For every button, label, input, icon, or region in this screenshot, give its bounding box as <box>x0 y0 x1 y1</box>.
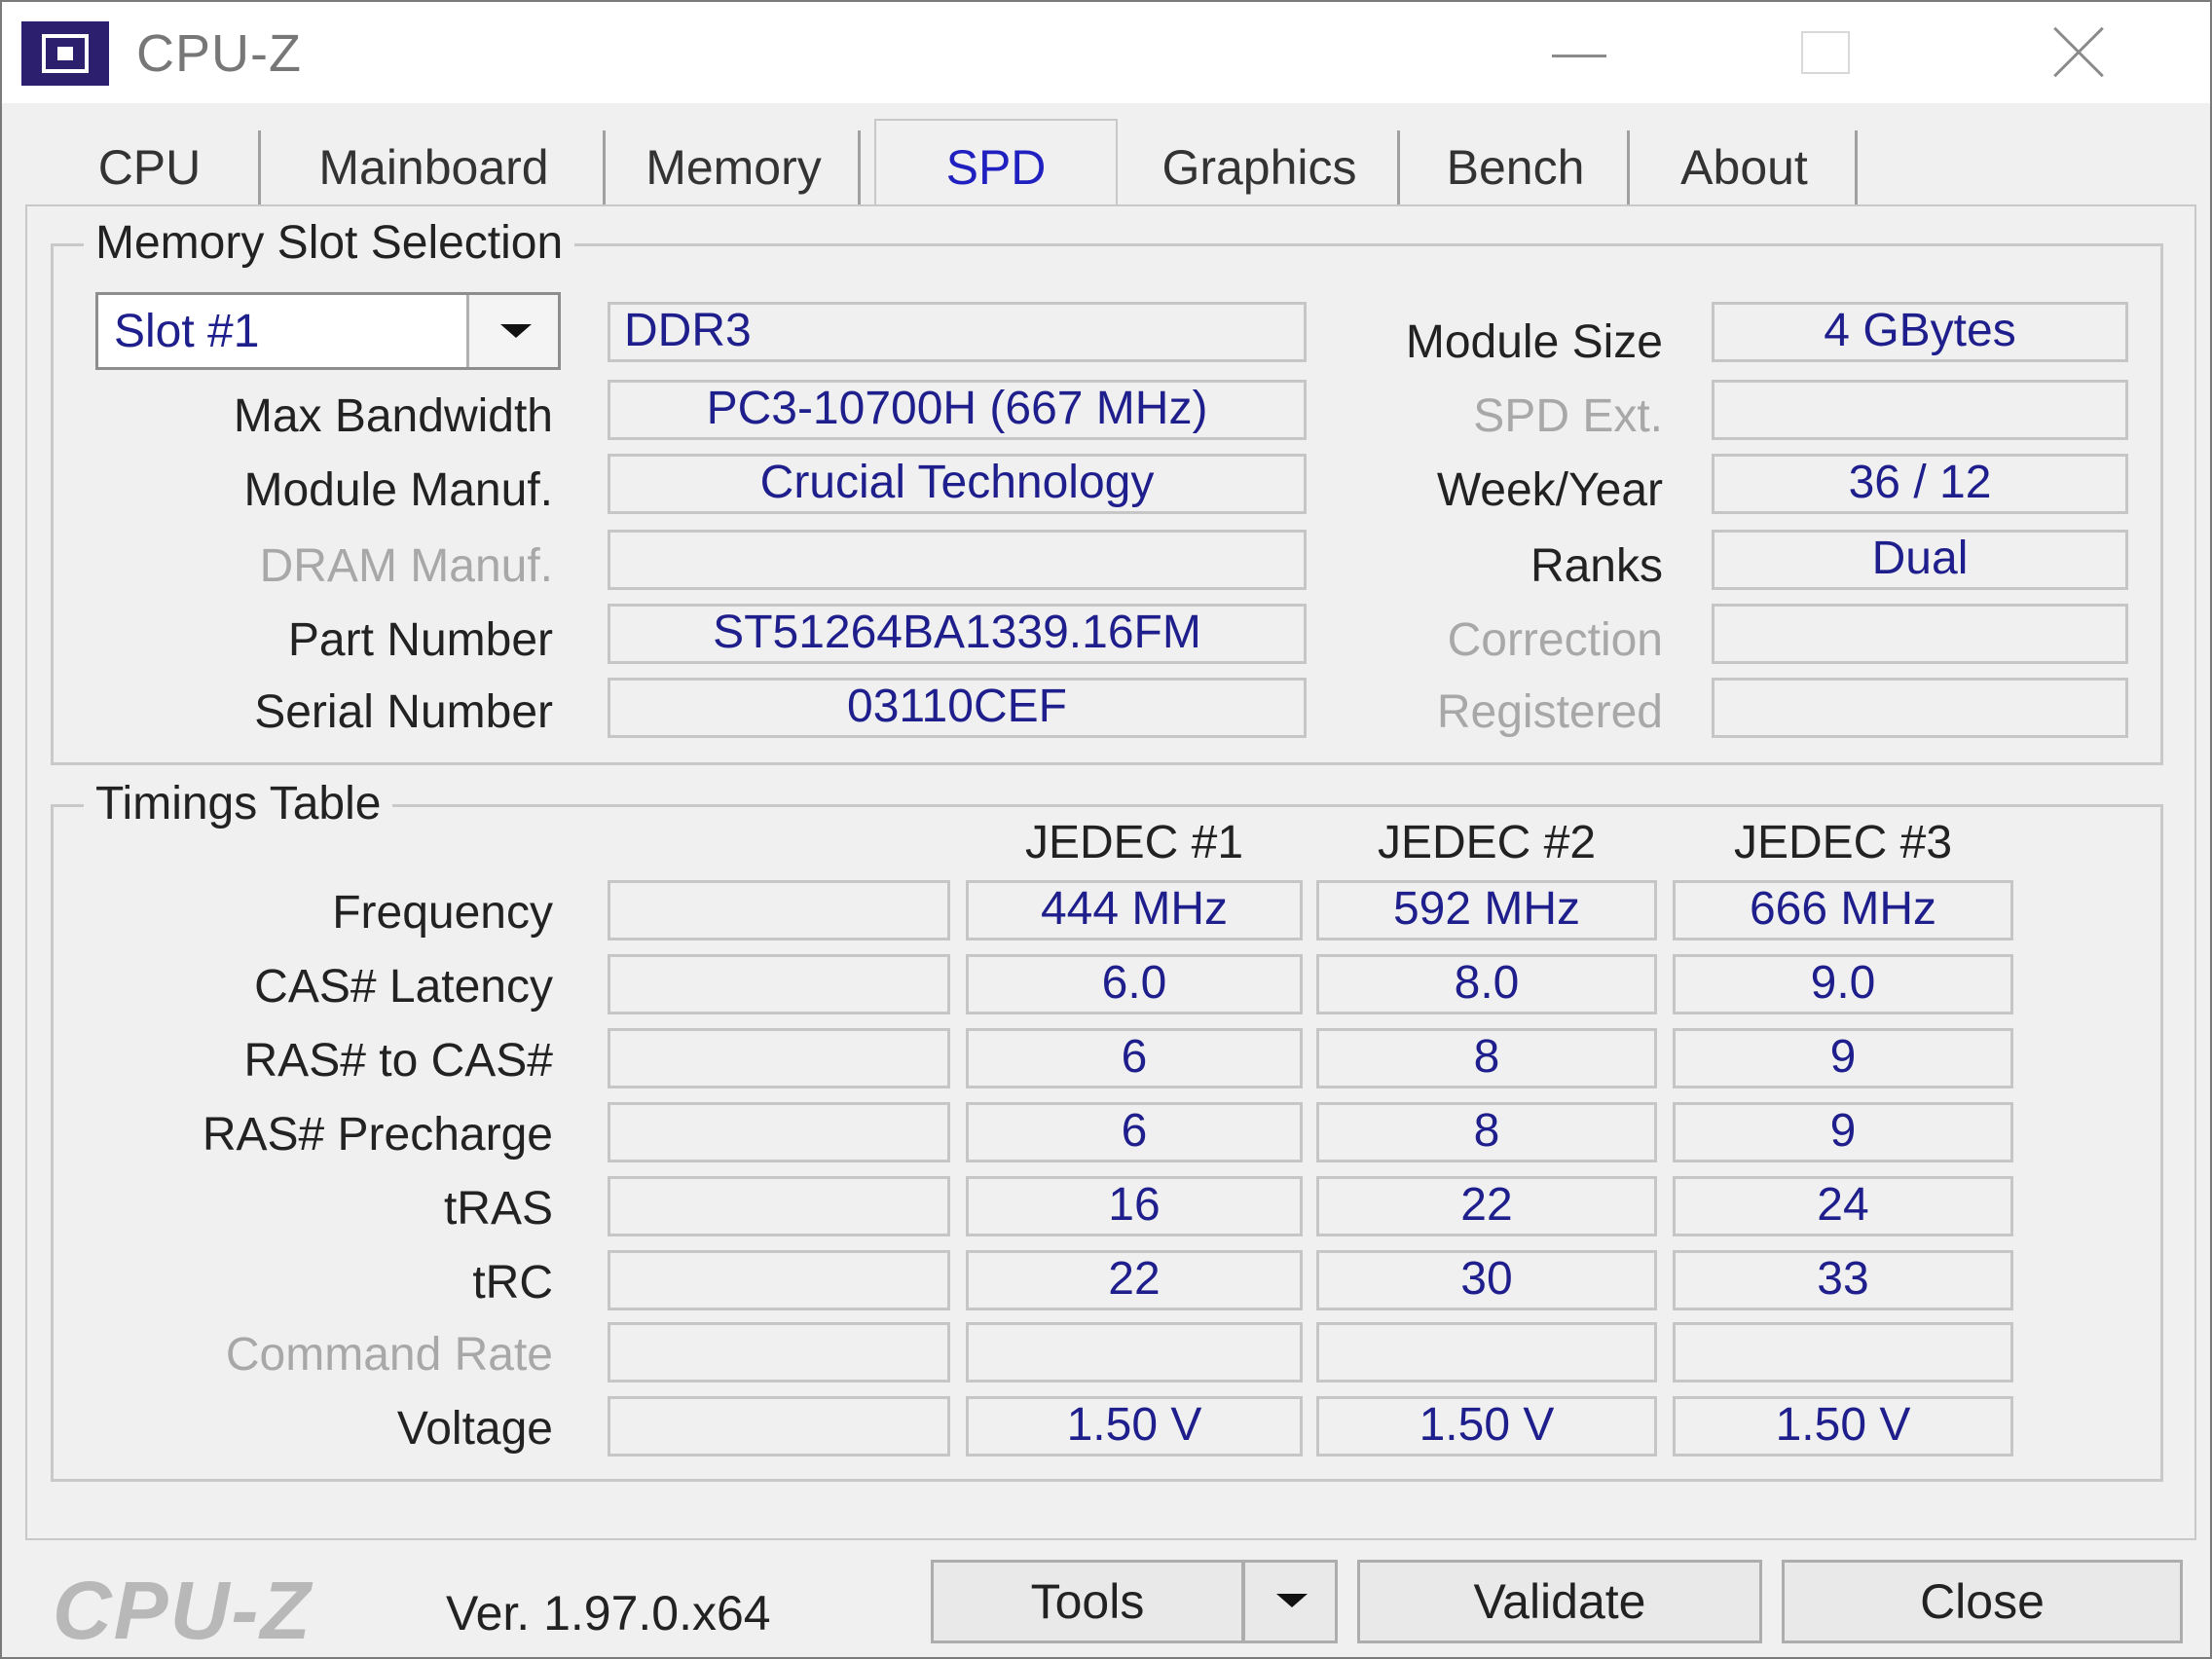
title-bar: CPU-Z <box>2 2 2210 103</box>
slot-select-value: Slot #1 <box>114 306 260 357</box>
week-year-label: Week/Year <box>1436 464 1663 516</box>
module-manuf-label: Module Manuf. <box>243 464 553 516</box>
timing-cell <box>608 1396 950 1456</box>
timing-cell: 6.0 <box>966 954 1303 1014</box>
registered-label: Registered <box>1436 686 1663 738</box>
timing-cell <box>608 1322 950 1382</box>
timing-cell: 9 <box>1673 1028 2013 1088</box>
maximize-icon[interactable] <box>1758 2 1895 103</box>
column-header-jedec-2: JEDEC #2 <box>1377 817 1597 868</box>
timing-cell: 24 <box>1673 1176 2013 1236</box>
timing-cell: 33 <box>1673 1250 2013 1310</box>
timing-cell: 9.0 <box>1673 954 2013 1014</box>
timing-cell: 16 <box>966 1176 1303 1236</box>
column-header-jedec-3: JEDEC #3 <box>1733 817 1953 868</box>
module-size-field: 4 GBytes <box>1712 302 2128 362</box>
serial-number-field: 03110CEF <box>608 678 1307 738</box>
tab-bench[interactable]: Bench <box>1404 130 1630 204</box>
timing-row-label: tRC <box>472 1257 553 1309</box>
week-year-field: 36 / 12 <box>1712 454 2128 514</box>
memory-type-field: DDR3 <box>608 302 1307 362</box>
close-window-icon[interactable] <box>2009 2 2146 103</box>
chevron-down-icon[interactable] <box>466 295 558 367</box>
part-number-field: ST51264BA1339.16FM <box>608 604 1307 664</box>
correction-field <box>1712 604 2128 664</box>
ranks-label: Ranks <box>1530 540 1663 592</box>
timing-cell <box>608 1176 950 1236</box>
timing-cell: 22 <box>1316 1176 1657 1236</box>
spd-ext-field <box>1712 380 2128 440</box>
timing-cell: 8 <box>1316 1102 1657 1162</box>
timing-cell: 6 <box>966 1102 1303 1162</box>
timing-cell: 22 <box>966 1250 1303 1310</box>
timing-row-label: Command Rate <box>225 1329 553 1381</box>
dram-manuf-label: DRAM Manuf. <box>259 540 553 592</box>
timing-cell <box>608 1250 950 1310</box>
tab-about[interactable]: About <box>1634 130 1858 204</box>
window-title: CPU-Z <box>136 24 302 83</box>
module-size-label: Module Size <box>1405 316 1663 368</box>
max-bandwidth-field: PC3-10700H (667 MHz) <box>608 380 1307 440</box>
tab-spd[interactable]: SPD <box>874 119 1118 208</box>
timing-row-label: CAS# Latency <box>254 961 553 1013</box>
slot-select[interactable]: Slot #1 <box>95 292 561 370</box>
tab-cpu[interactable]: CPU <box>41 130 261 204</box>
timing-cell <box>608 954 950 1014</box>
timing-cell <box>966 1322 1303 1382</box>
ranks-field: Dual <box>1712 530 2128 590</box>
part-number-label: Part Number <box>287 614 553 666</box>
correction-label: Correction <box>1447 614 1663 666</box>
version-label: Ver. 1.97.0.x64 <box>446 1586 771 1641</box>
timing-cell: 666 MHz <box>1673 880 2013 940</box>
chevron-down-icon[interactable] <box>1242 1560 1338 1643</box>
timing-row-label: Frequency <box>332 887 553 939</box>
minimize-icon[interactable] <box>1511 2 1647 103</box>
timing-cell <box>608 1028 950 1088</box>
cpuz-chip-icon <box>21 21 109 86</box>
registered-field <box>1712 678 2128 738</box>
serial-number-label: Serial Number <box>254 686 553 738</box>
timing-cell: 30 <box>1316 1250 1657 1310</box>
timing-cell <box>1316 1322 1657 1382</box>
timings-table-title: Timings Table <box>84 777 393 830</box>
timing-row-label: RAS# Precharge <box>202 1109 553 1161</box>
cpuz-logo: CPU-Z <box>53 1565 313 1656</box>
timing-row-label: RAS# to CAS# <box>243 1035 553 1087</box>
module-manuf-field: Crucial Technology <box>608 454 1307 514</box>
timing-cell: 1.50 V <box>1316 1396 1657 1456</box>
max-bandwidth-label: Max Bandwidth <box>233 390 553 442</box>
timing-cell <box>608 880 950 940</box>
timing-cell <box>608 1102 950 1162</box>
spd-ext-label: SPD Ext. <box>1473 390 1663 442</box>
timing-cell <box>1673 1322 2013 1382</box>
timing-cell: 8.0 <box>1316 954 1657 1014</box>
timing-cell: 9 <box>1673 1102 2013 1162</box>
timing-cell: 1.50 V <box>966 1396 1303 1456</box>
timing-cell: 1.50 V <box>1673 1396 2013 1456</box>
memory-slot-selection-title: Memory Slot Selection <box>84 216 575 270</box>
dram-manuf-field <box>608 530 1307 590</box>
tab-mainboard[interactable]: Mainboard <box>265 130 606 204</box>
timing-cell: 8 <box>1316 1028 1657 1088</box>
timing-row-label: Voltage <box>396 1403 553 1455</box>
timing-cell: 6 <box>966 1028 1303 1088</box>
column-header-jedec-1: JEDEC #1 <box>1024 817 1244 868</box>
timing-cell: 592 MHz <box>1316 880 1657 940</box>
cpuz-window: CPU-Z CPU Mainboard Memory SPD Graphics … <box>0 0 2212 1659</box>
validate-button[interactable]: Validate <box>1357 1560 1762 1643</box>
tab-graphics[interactable]: Graphics <box>1122 130 1400 204</box>
timing-cell: 444 MHz <box>966 880 1303 940</box>
timing-row-label: tRAS <box>443 1183 553 1235</box>
tab-memory[interactable]: Memory <box>609 130 861 204</box>
tools-button[interactable]: Tools <box>931 1560 1244 1643</box>
close-button[interactable]: Close <box>1782 1560 2183 1643</box>
